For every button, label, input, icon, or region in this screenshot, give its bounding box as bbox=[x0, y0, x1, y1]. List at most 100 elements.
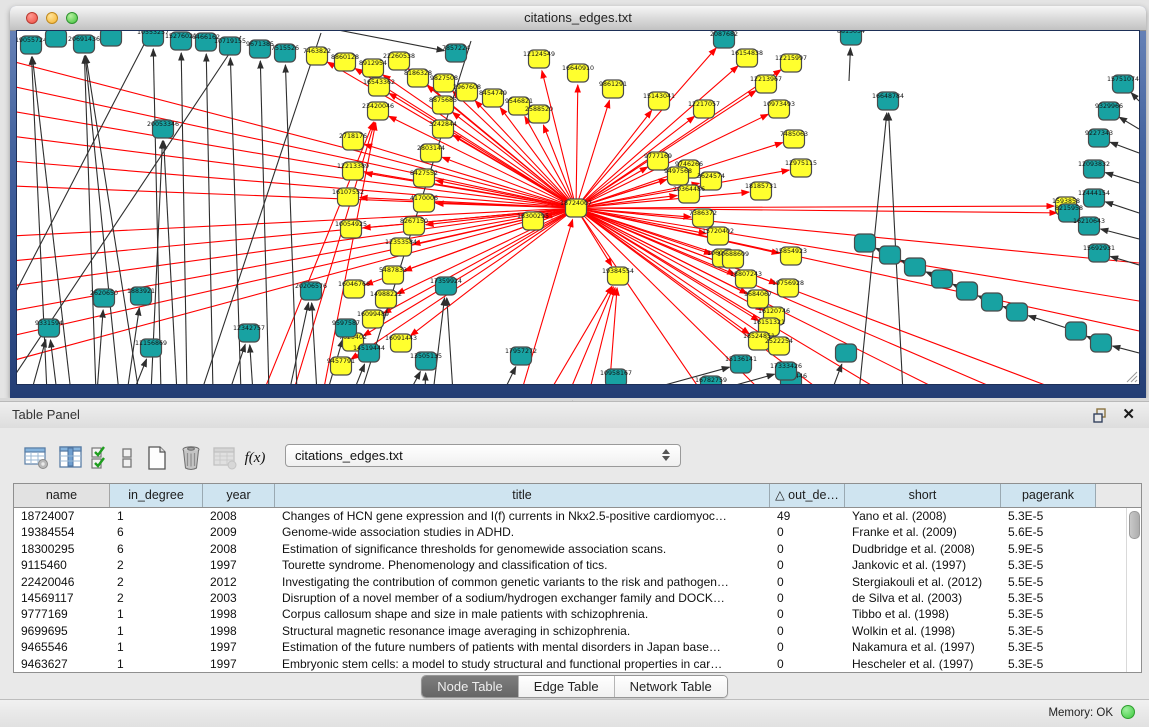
graph-node[interactable]: 10958167 bbox=[600, 369, 632, 385]
graph-node[interactable] bbox=[836, 344, 857, 362]
graph-node[interactable] bbox=[957, 282, 978, 300]
graph-node[interactable]: 9329966 bbox=[1095, 102, 1123, 120]
graph-node[interactable]: 2803144 bbox=[417, 144, 445, 162]
edge-red[interactable] bbox=[17, 61, 576, 208]
graph-node[interactable] bbox=[905, 258, 926, 276]
edge-red[interactable] bbox=[576, 114, 768, 208]
graph-node[interactable]: 9684067 bbox=[744, 290, 772, 308]
graph-node[interactable] bbox=[932, 270, 953, 288]
edge-black[interactable] bbox=[285, 65, 297, 385]
graph-node[interactable]: 16107552 bbox=[332, 188, 364, 206]
graph-node[interactable] bbox=[880, 246, 901, 264]
edge-red[interactable] bbox=[576, 110, 652, 208]
graph-node[interactable]: 18185731 bbox=[745, 182, 777, 200]
table-row[interactable]: 969969511998Structural magnetic resonanc… bbox=[14, 623, 1141, 639]
graph-node[interactable]: 8813054 bbox=[837, 31, 865, 45]
graph-node[interactable]: 4170006 bbox=[410, 194, 438, 212]
graph-node[interactable]: 20691436 bbox=[68, 35, 100, 53]
graph-node[interactable]: 8454749 bbox=[479, 89, 507, 107]
graph-node[interactable]: 7857224 bbox=[442, 44, 470, 62]
graph-node[interactable]: 12975115 bbox=[785, 159, 817, 177]
graph-node[interactable]: 12213967 bbox=[750, 75, 782, 93]
graph-node[interactable]: 2718176 bbox=[339, 132, 367, 150]
graph-node[interactable]: 16648784 bbox=[872, 92, 904, 110]
column-header-out_de[interactable]: △ out_de… bbox=[770, 484, 845, 507]
graph-node[interactable]: 10973493 bbox=[763, 100, 795, 118]
graph-node[interactable]: 7485063 bbox=[780, 130, 808, 148]
tab-edge-table[interactable]: Edge Table bbox=[519, 676, 615, 697]
graph-node[interactable]: 23420046 bbox=[362, 102, 394, 120]
edge-black[interactable] bbox=[1101, 229, 1139, 239]
edge-black[interactable] bbox=[409, 372, 420, 385]
edge-red[interactable] bbox=[364, 144, 576, 208]
table-settings-icon[interactable] bbox=[20, 441, 54, 475]
row-height-icon[interactable] bbox=[114, 441, 140, 475]
edge-black[interactable] bbox=[353, 364, 365, 385]
edge-red[interactable] bbox=[17, 161, 576, 208]
graph-node[interactable]: 7463822 bbox=[303, 47, 331, 65]
graph-node[interactable]: 19384554 bbox=[602, 267, 634, 285]
graph-node[interactable] bbox=[982, 293, 1003, 311]
edge-black[interactable] bbox=[1131, 93, 1139, 101]
graph-node[interactable]: 3242844 bbox=[429, 120, 457, 138]
graph-node[interactable]: 9861291 bbox=[599, 80, 627, 98]
graph-node[interactable]: 18807243 bbox=[730, 270, 762, 288]
network-canvas[interactable]: 1872400774638228860128891295422260538982… bbox=[16, 30, 1140, 385]
graph-node[interactable]: 12213389 bbox=[337, 162, 369, 180]
graph-node[interactable]: 8427552 bbox=[410, 169, 438, 187]
edge-black[interactable] bbox=[1105, 173, 1139, 183]
edge-black[interactable] bbox=[50, 340, 57, 385]
column-header-name[interactable]: name bbox=[14, 484, 110, 507]
graph-node[interactable]: 20364486 bbox=[673, 185, 705, 203]
graph-node[interactable]: 8875685 bbox=[429, 96, 457, 114]
graph-node[interactable] bbox=[46, 31, 67, 47]
edge-black[interactable] bbox=[31, 340, 46, 385]
graph-node[interactable]: 16640910 bbox=[562, 64, 594, 82]
graph-node[interactable]: 16091443 bbox=[385, 334, 417, 352]
graph-node[interactable]: 2588520 bbox=[525, 105, 553, 123]
graph-node[interactable]: 16154838 bbox=[731, 49, 763, 67]
edge-black[interactable] bbox=[447, 298, 453, 385]
edge-black[interactable] bbox=[1110, 142, 1139, 153]
graph-node[interactable]: 12342757 bbox=[233, 324, 265, 342]
edge-black[interactable] bbox=[831, 364, 842, 385]
float-panel-icon[interactable] bbox=[1093, 407, 1109, 423]
delete-row-icon[interactable] bbox=[174, 441, 208, 475]
graph-node[interactable]: 10719155 bbox=[214, 37, 246, 55]
table-row[interactable]: 1872400712008Changes of HCN gene express… bbox=[14, 508, 1141, 524]
graph-node[interactable] bbox=[1007, 303, 1028, 321]
graph-node[interactable]: 2620650 bbox=[90, 289, 118, 307]
scrollbar-thumb[interactable] bbox=[1129, 511, 1140, 539]
table-select-dropdown[interactable]: citations_edges.txt bbox=[285, 444, 681, 467]
column-header-year[interactable]: year bbox=[203, 484, 275, 507]
edge-black[interactable] bbox=[503, 367, 516, 385]
network-window-titlebar[interactable]: citations_edges.txt bbox=[10, 6, 1146, 31]
graph-node[interactable]: 2967608 bbox=[453, 83, 481, 101]
graph-node[interactable]: 1883921 bbox=[127, 287, 155, 305]
graph-node[interactable]: 22260538 bbox=[383, 52, 415, 70]
table-row[interactable]: 1456911722003Disruption of a novel membe… bbox=[14, 590, 1141, 606]
graph-node[interactable]: 9331594 bbox=[35, 319, 63, 337]
column-header-short[interactable]: short bbox=[845, 484, 1001, 507]
graph-node[interactable]: 9671385 bbox=[246, 40, 274, 58]
edge-black[interactable] bbox=[425, 373, 426, 385]
select-columns-icon[interactable] bbox=[88, 441, 114, 475]
graph-node[interactable]: 8186328 bbox=[404, 69, 432, 87]
edge-red[interactable] bbox=[576, 85, 578, 208]
table-row[interactable]: 946362711997Embryonic stem cells: a mode… bbox=[14, 656, 1141, 672]
graph-node[interactable]: 12124549 bbox=[523, 50, 555, 68]
graph-node[interactable]: 2522254 bbox=[765, 337, 793, 355]
column-header-title[interactable]: title bbox=[275, 484, 770, 507]
graph-node[interactable]: 9497568 bbox=[664, 167, 692, 185]
graph-node[interactable]: 8267150 bbox=[400, 217, 428, 235]
edge-black[interactable] bbox=[133, 359, 147, 385]
graph-node[interactable]: 12353584 bbox=[385, 238, 417, 256]
edge-red[interactable] bbox=[576, 206, 1054, 208]
graph-node[interactable]: 7386372 bbox=[689, 209, 717, 227]
graph-node[interactable]: 19055724 bbox=[17, 36, 47, 54]
graph-node[interactable]: 16782759 bbox=[695, 376, 727, 385]
graph-node[interactable]: 15854923 bbox=[775, 247, 807, 265]
edge-black[interactable] bbox=[849, 48, 850, 81]
column-header-in_degree[interactable]: in_degree bbox=[110, 484, 203, 507]
edge-black[interactable] bbox=[97, 310, 103, 385]
